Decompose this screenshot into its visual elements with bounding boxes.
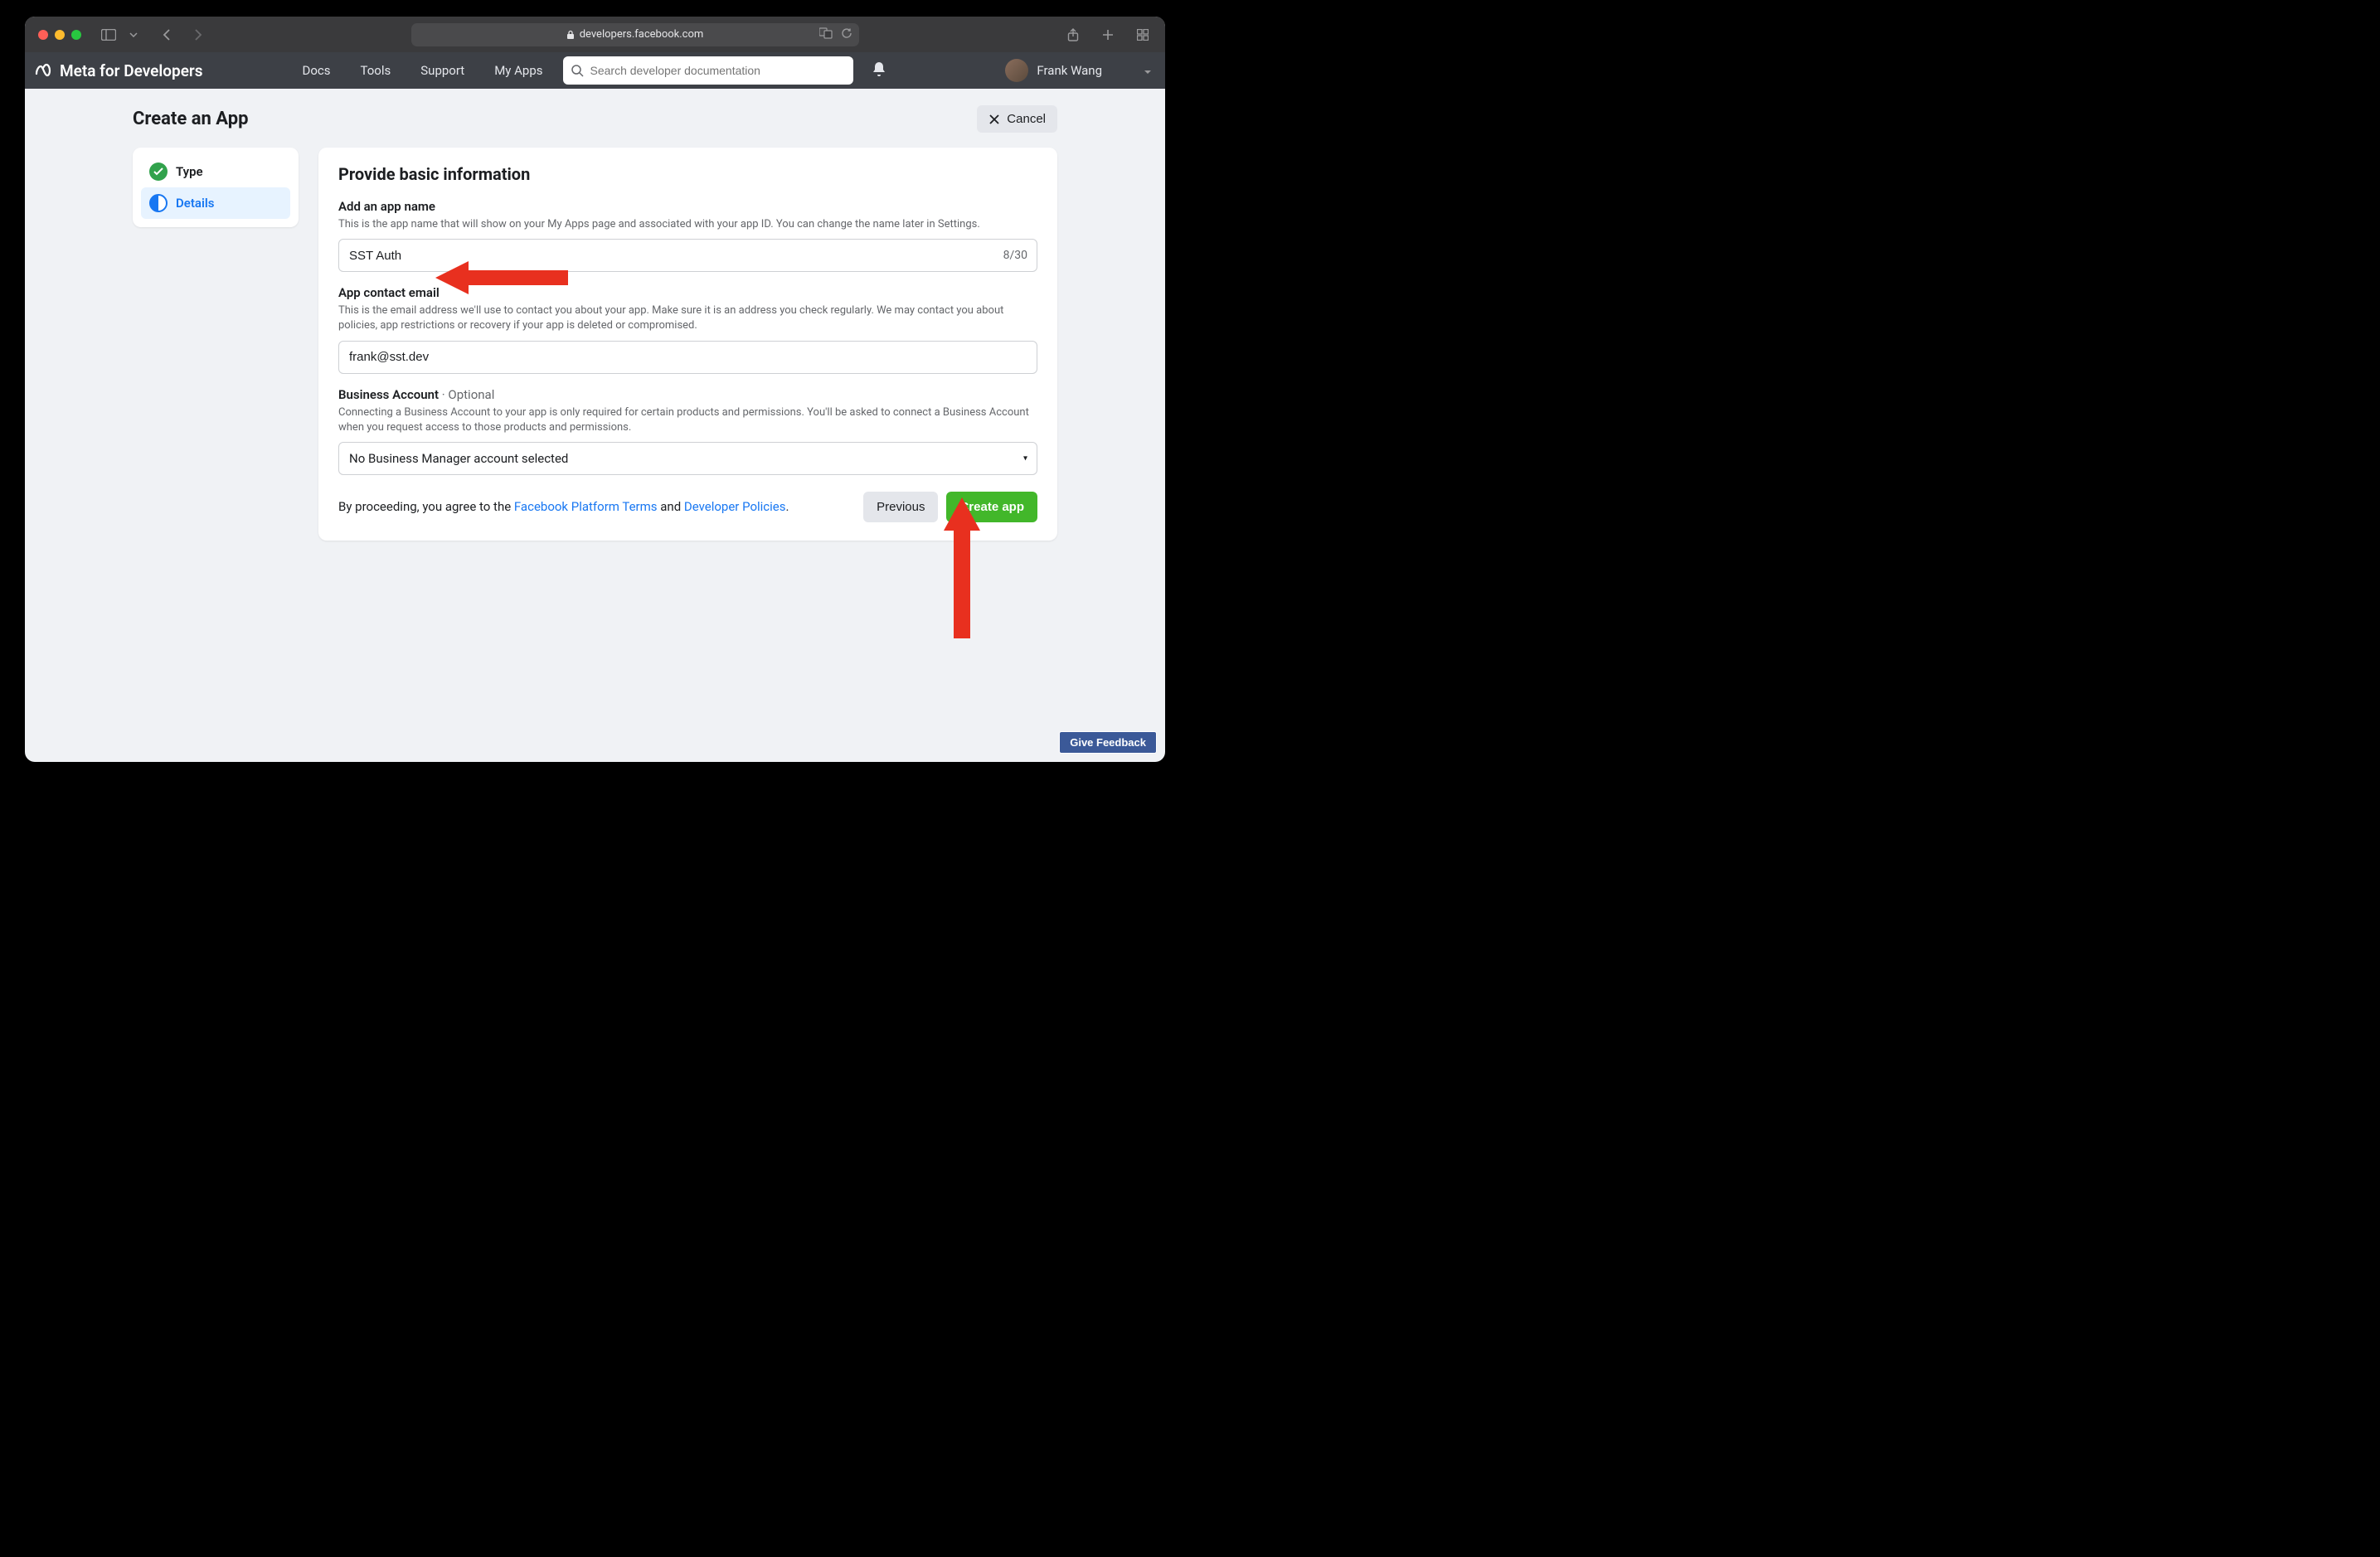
- browser-url-text: developers.facebook.com: [580, 28, 704, 41]
- business-account-value: No Business Manager account selected: [349, 451, 568, 466]
- browser-titlebar: developers.facebook.com: [25, 17, 1165, 52]
- tab-overview-icon[interactable]: [1134, 26, 1152, 44]
- window-minimize-button[interactable]: [55, 30, 65, 40]
- field-contact-email: App contact email This is the email addr…: [338, 285, 1037, 373]
- chevron-down-icon: [1144, 63, 1152, 78]
- main-row: Type Details Provide basic information A…: [25, 148, 1165, 541]
- tab-dropdown-icon[interactable]: [126, 29, 141, 41]
- app-name-label: Add an app name: [338, 199, 1037, 214]
- brand[interactable]: Meta for Developers: [33, 61, 203, 80]
- browser-back-icon[interactable]: [159, 26, 174, 44]
- user-menu[interactable]: Frank Wang: [1005, 59, 1152, 82]
- browser-forward-icon[interactable]: [191, 26, 206, 44]
- field-business-account: Business Account · Optional Connecting a…: [338, 387, 1037, 475]
- content-area: Create an App Cancel Type Details: [25, 89, 1165, 541]
- lock-icon: [566, 30, 575, 40]
- nav-link-docs[interactable]: Docs: [303, 63, 331, 78]
- browser-url-bar[interactable]: developers.facebook.com: [411, 23, 859, 46]
- traffic-lights: [38, 30, 81, 40]
- window-close-button[interactable]: [38, 30, 48, 40]
- app-name-char-count: 8/30: [1003, 249, 1027, 262]
- new-tab-icon[interactable]: [1099, 26, 1117, 44]
- link-platform-terms[interactable]: Facebook Platform Terms: [514, 499, 658, 514]
- contact-email-desc: This is the email address we'll use to c…: [338, 303, 1037, 333]
- business-account-desc: Connecting a Business Account to your ap…: [338, 405, 1037, 435]
- previous-button[interactable]: Previous: [863, 492, 938, 522]
- business-account-select[interactable]: No Business Manager account selected: [338, 442, 1037, 475]
- form-card: Provide basic information Add an app nam…: [318, 148, 1057, 541]
- field-app-name: Add an app name This is the app name tha…: [338, 199, 1037, 272]
- close-icon: [988, 114, 1000, 125]
- half-circle-icon: [149, 194, 168, 212]
- nav-links: Docs Tools Support My Apps: [303, 63, 543, 78]
- step-details[interactable]: Details: [141, 187, 290, 219]
- sidebar-toggle-icon[interactable]: [98, 26, 119, 44]
- app-name-input[interactable]: [338, 239, 1037, 272]
- page-title: Create an App: [133, 109, 248, 129]
- browser-window: developers.facebook.com Meta for: [25, 17, 1165, 762]
- app-name-desc: This is the app name that will show on y…: [338, 217, 1037, 232]
- search-icon: [571, 65, 584, 77]
- window-maximize-button[interactable]: [71, 30, 81, 40]
- step-details-label: Details: [176, 196, 214, 211]
- brand-text: Meta for Developers: [60, 61, 203, 80]
- section-title: Provide basic information: [338, 164, 1037, 184]
- nav-link-tools[interactable]: Tools: [361, 63, 391, 78]
- check-circle-icon: [149, 162, 168, 181]
- page-header: Create an App Cancel: [25, 105, 1165, 133]
- search-container[interactable]: [563, 56, 853, 85]
- form-footer: By proceeding, you agree to the Facebook…: [338, 492, 1037, 522]
- agree-text: By proceeding, you agree to the Facebook…: [338, 499, 789, 514]
- cancel-button-label: Cancel: [1007, 112, 1046, 126]
- user-name: Frank Wang: [1037, 63, 1102, 78]
- reload-icon[interactable]: [841, 27, 852, 42]
- caret-down-icon: ▾: [1023, 454, 1027, 463]
- business-account-label: Business Account · Optional: [338, 387, 1037, 402]
- nav-link-support[interactable]: Support: [420, 63, 464, 78]
- cancel-button[interactable]: Cancel: [977, 105, 1057, 133]
- contact-email-label: App contact email: [338, 285, 1037, 300]
- create-app-button[interactable]: Create app: [946, 492, 1037, 522]
- notification-bell-icon[interactable]: [872, 61, 886, 80]
- nav-link-myapps[interactable]: My Apps: [494, 63, 542, 78]
- search-input[interactable]: [590, 64, 845, 77]
- step-type[interactable]: Type: [141, 156, 290, 187]
- step-type-label: Type: [176, 164, 203, 179]
- share-icon[interactable]: [1064, 25, 1082, 45]
- avatar: [1005, 59, 1028, 82]
- steps-sidebar: Type Details: [133, 148, 299, 227]
- translate-icon[interactable]: [819, 27, 833, 42]
- give-feedback-button[interactable]: Give Feedback: [1059, 731, 1157, 754]
- link-developer-policies[interactable]: Developer Policies: [684, 499, 786, 514]
- meta-logo-icon: [33, 61, 53, 80]
- site-top-nav: Meta for Developers Docs Tools Support M…: [25, 52, 1165, 89]
- contact-email-input[interactable]: [338, 341, 1037, 374]
